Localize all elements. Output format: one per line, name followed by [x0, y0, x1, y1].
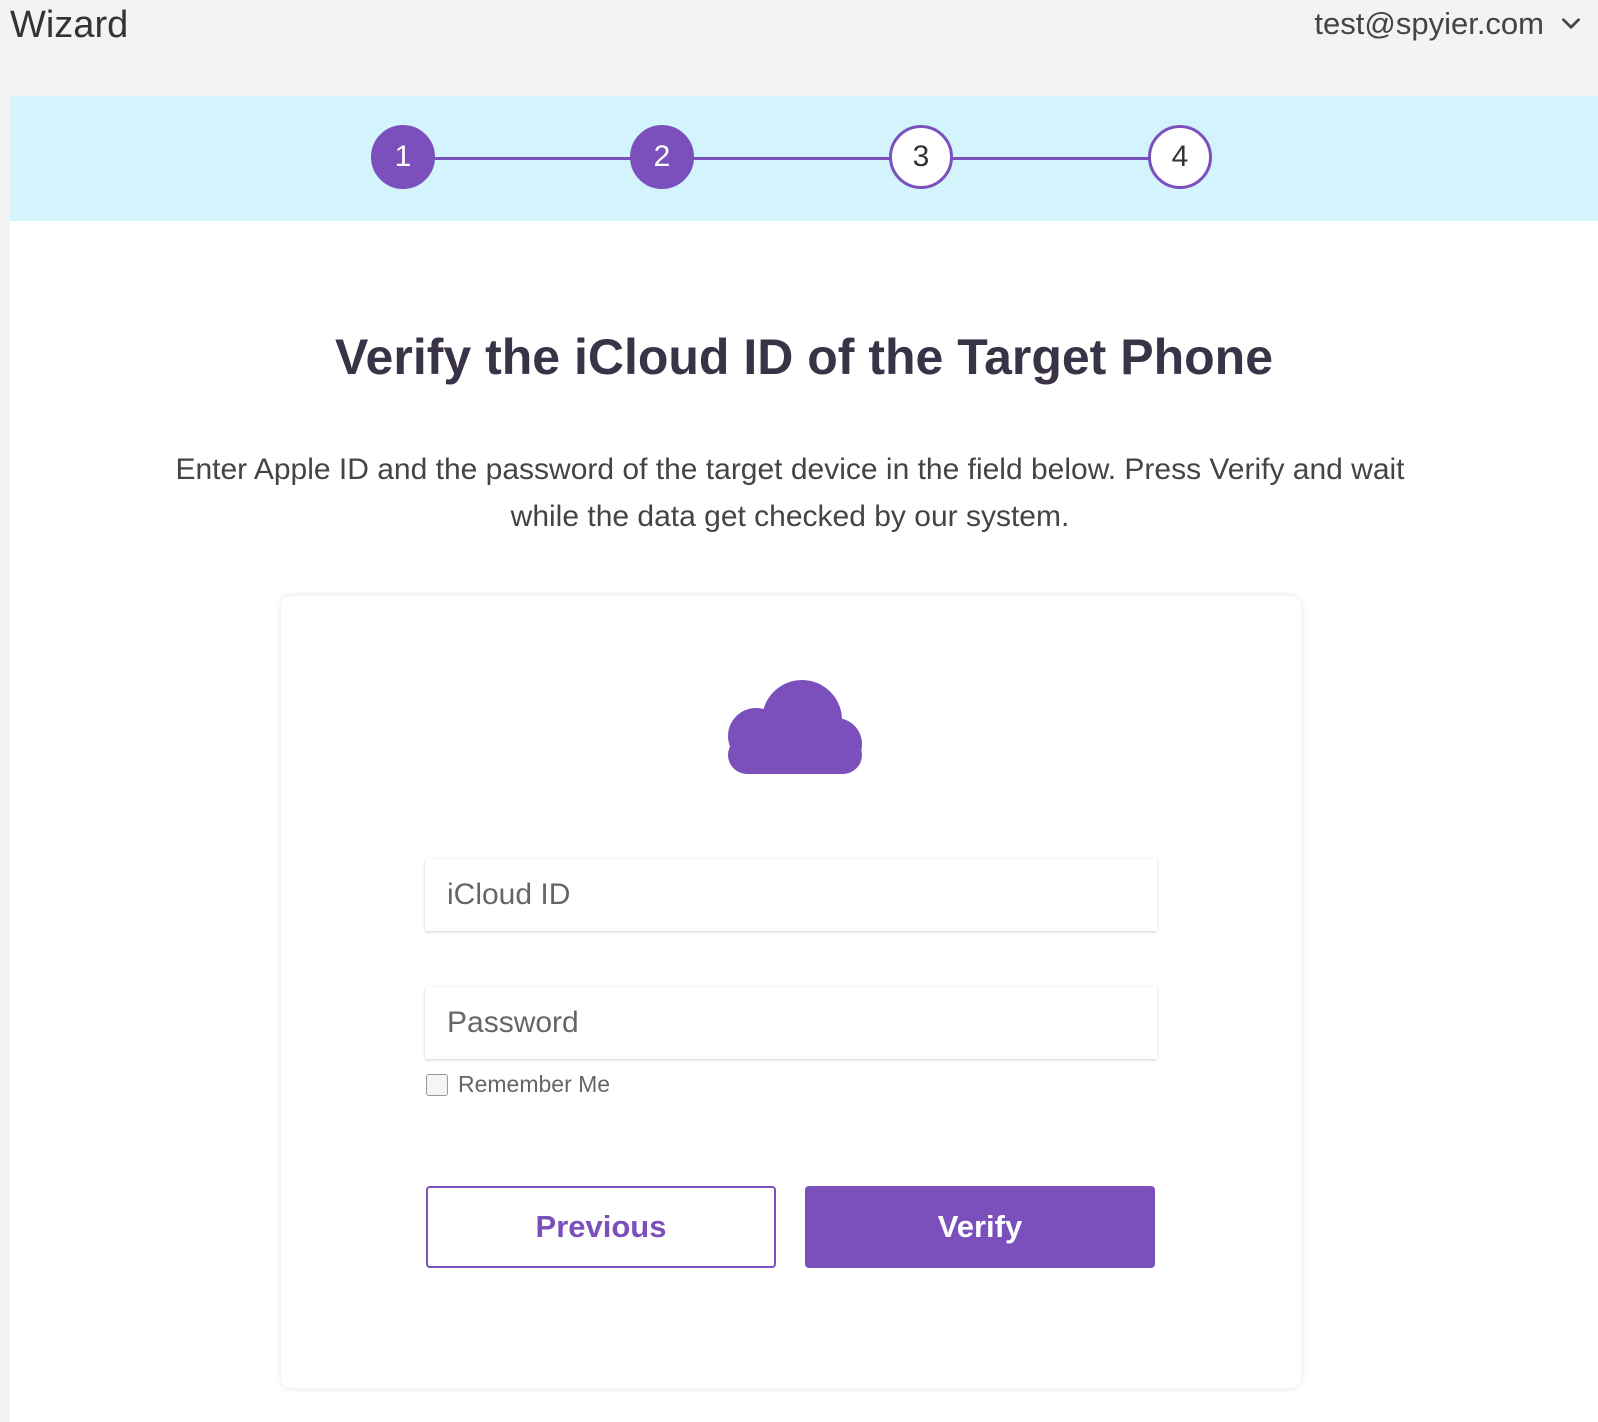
step-2: 2: [630, 125, 694, 189]
remember-me-label[interactable]: Remember Me: [458, 1071, 610, 1098]
account-email[interactable]: test@spyier.com: [1314, 6, 1544, 42]
page-description: Enter Apple ID and the password of the t…: [175, 453, 1405, 533]
icloud-id-input[interactable]: [425, 859, 1157, 931]
verify-button[interactable]: Verify: [805, 1186, 1155, 1268]
account-menu[interactable]: test@spyier.com: [1314, 6, 1584, 42]
top-bar: Wizard test@spyier.com: [0, 0, 1598, 70]
app-title: Wizard: [10, 4, 129, 46]
page-heading: Verify the iCloud ID of the Target Phone: [334, 329, 1274, 385]
step-connector: [692, 157, 891, 160]
step-connector: [433, 157, 632, 160]
step-3: 3: [889, 125, 953, 189]
stepper-band: 1 2 3 4: [10, 96, 1598, 221]
step-4: 4: [1148, 125, 1212, 189]
icloud-form-card: Remember Me Previous Verify: [281, 596, 1301, 1388]
step-1: 1: [371, 125, 435, 189]
previous-button[interactable]: Previous: [426, 1186, 776, 1268]
cloud-icon: [714, 676, 866, 780]
password-input[interactable]: [425, 987, 1157, 1059]
wizard-panel: 1 2 3 4 Verify the iCloud ID of the Targ…: [10, 96, 1598, 1422]
wizard-stepper: 1 2 3 4: [371, 125, 1212, 191]
step-connector: [951, 157, 1150, 160]
remember-me-checkbox[interactable]: [426, 1073, 448, 1096]
remember-me[interactable]: Remember Me: [426, 1071, 610, 1098]
chevron-down-icon[interactable]: [1558, 11, 1584, 37]
